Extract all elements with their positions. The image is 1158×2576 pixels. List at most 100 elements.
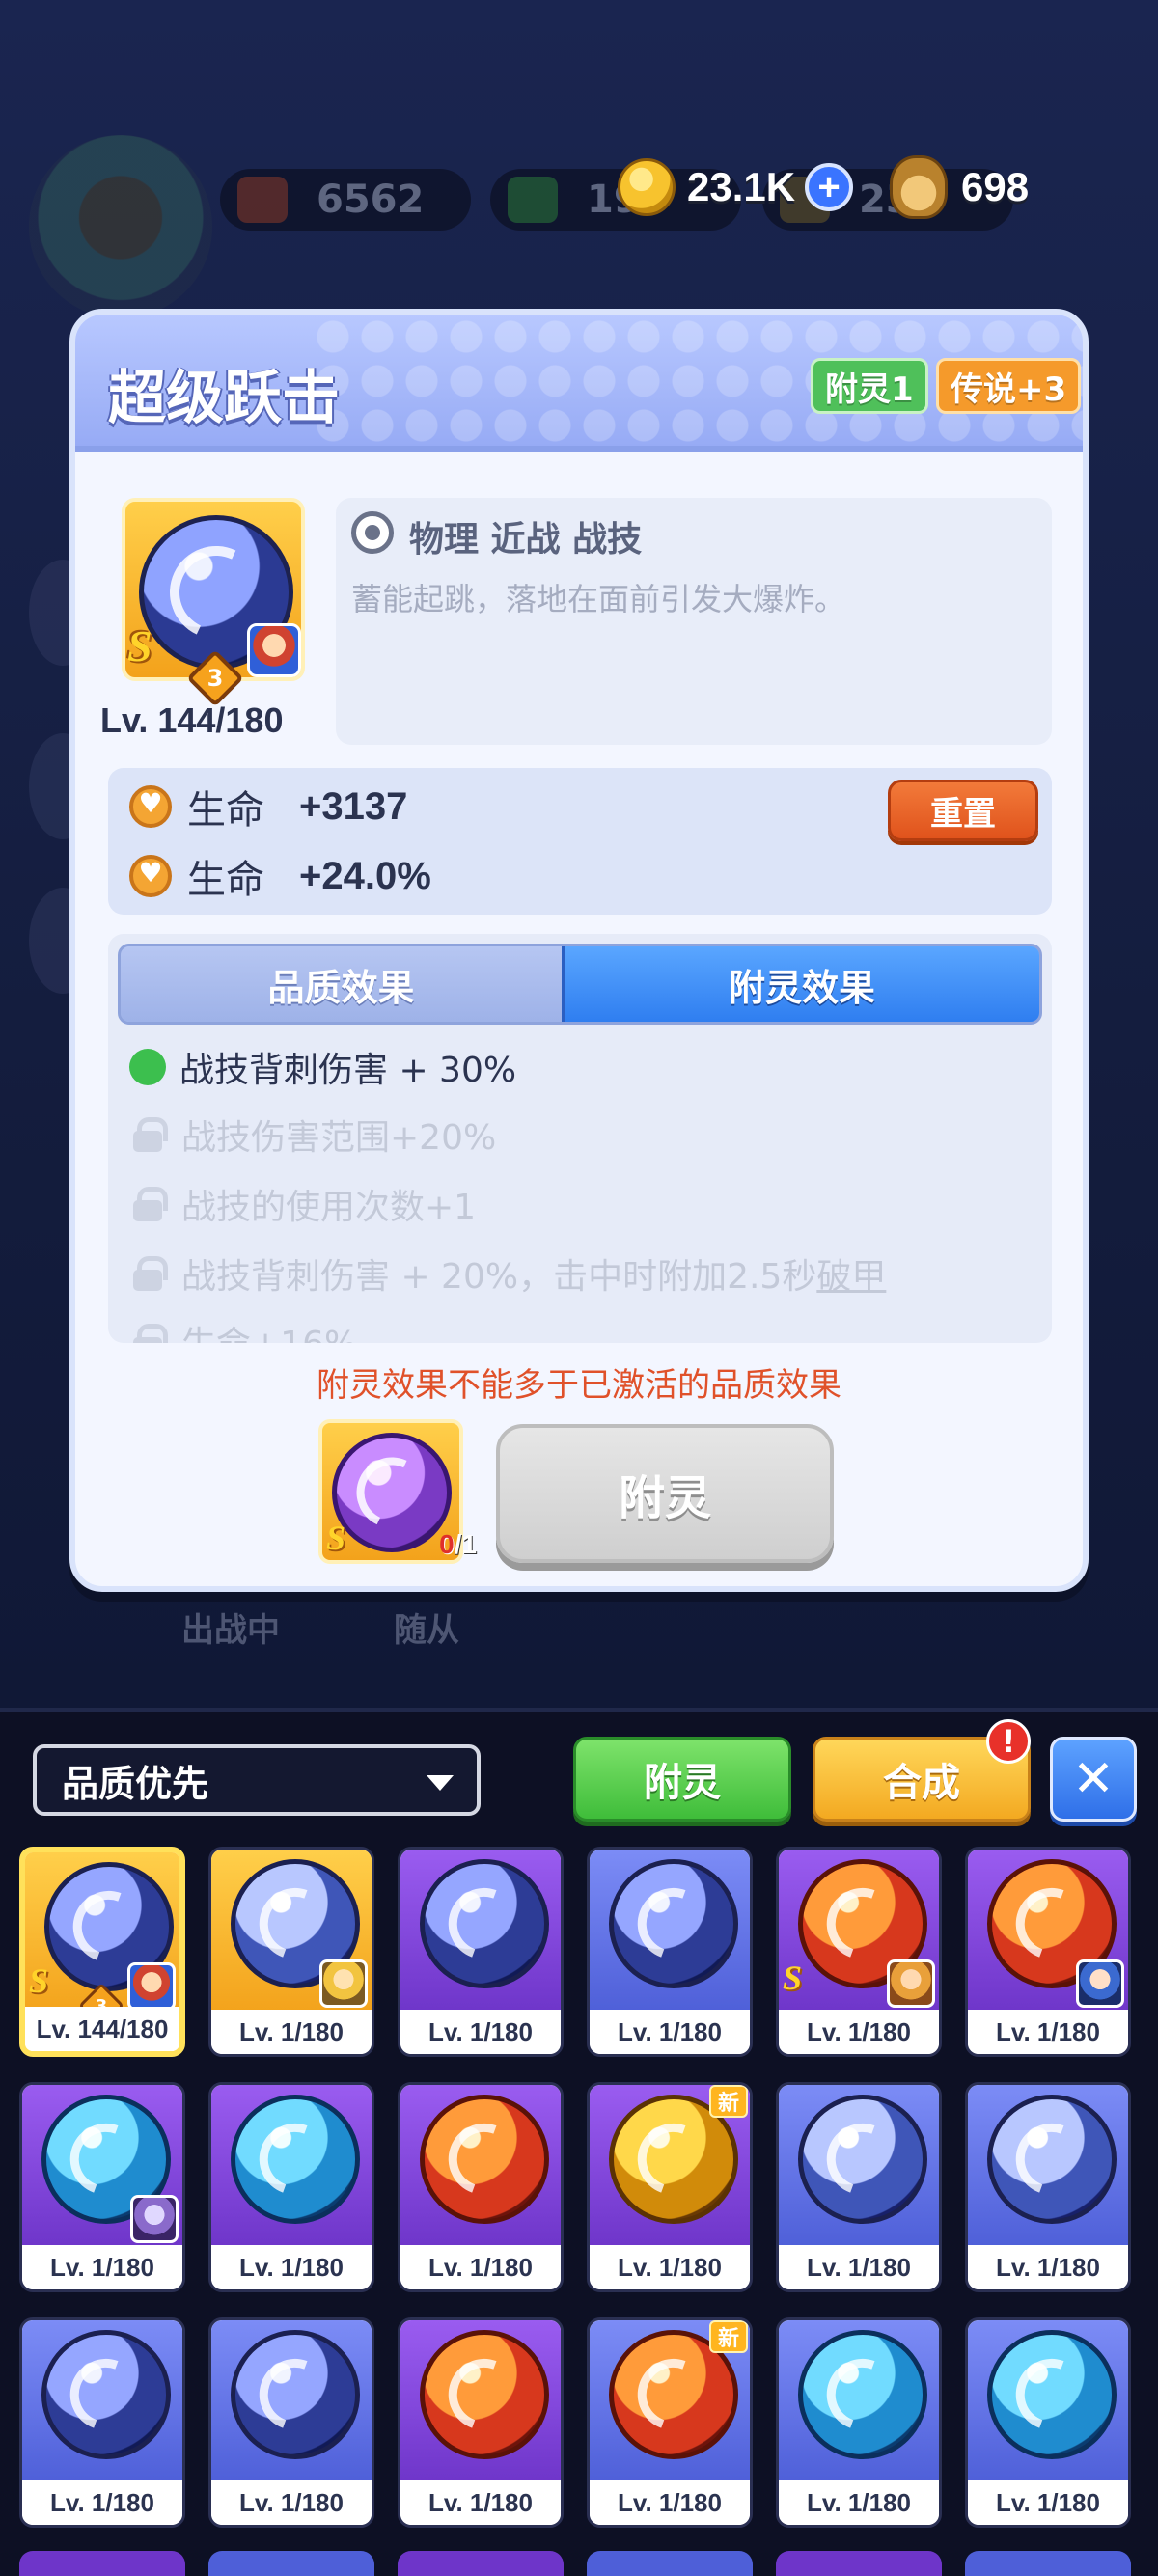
skill-card[interactable]: Lv. 1/180 <box>208 2082 374 2292</box>
lock-icon <box>133 1187 168 1221</box>
health-icon <box>129 785 172 828</box>
rank-s-icon: S <box>29 1961 49 2000</box>
effect-item: 战技的使用次数+1 <box>129 1177 476 1231</box>
alert-icon: ! <box>986 1719 1031 1764</box>
tab-enchant-effects[interactable]: 附灵效果 <box>561 946 1039 1022</box>
new-badge: 新 <box>709 2320 748 2353</box>
rank-s-icon: S <box>326 1519 346 1557</box>
skill-orb-icon <box>420 1859 549 1988</box>
chevron-down-icon <box>427 1775 454 1791</box>
card-level: Lv. 1/180 <box>779 2480 939 2525</box>
cake-icon <box>237 177 288 223</box>
skill-title: 超级跃击 <box>108 365 340 432</box>
skill-card[interactable]: 新 Lv. 1/180 <box>587 2082 753 2292</box>
hero-portrait-icon <box>319 1959 368 2008</box>
skill-tags: 物理 近战 战技 <box>409 520 643 560</box>
new-badge: 新 <box>709 2085 748 2118</box>
effect-item: 战技伤害范围+20% <box>129 1108 496 1162</box>
enchant-warning: 附灵效果不能多于已激活的品质效果 <box>317 1366 841 1405</box>
stat-row: 生命 +24.0% <box>129 847 431 905</box>
card-level: Lv. 1/180 <box>590 2010 750 2054</box>
card-level: Lv. 1/180 <box>779 2010 939 2054</box>
enchant-confirm-button[interactable]: 附灵 <box>496 1424 834 1563</box>
active-dot-icon <box>129 1049 166 1085</box>
material-orb-icon <box>332 1433 452 1552</box>
player-avatar <box>29 135 212 318</box>
reset-button[interactable]: 重置 <box>888 780 1038 841</box>
effect-item: 生命+16% <box>129 1314 357 1343</box>
coin-counter: 23.1K + <box>618 152 854 222</box>
enchant-button[interactable]: 附灵 <box>573 1737 791 1822</box>
skill-card[interactable]: S 3 Lv. 144/180 <box>19 1847 185 2057</box>
skill-card[interactable]: Lv. 1/180 <box>19 2082 185 2292</box>
skill-orb-icon <box>41 2330 171 2459</box>
skill-orb-icon <box>231 2095 360 2224</box>
skill-card[interactable]: Lv. 1/180 <box>398 2317 564 2528</box>
skill-card[interactable]: Lv. 1/180 <box>208 1847 374 2057</box>
enchant-material[interactable]: S 0/1 <box>318 1419 477 1564</box>
effect-item: 战技背刺伤害 + 20%，击中时附加2.5秒 破甲 <box>129 1247 886 1301</box>
skill-card[interactable]: Lv. 1/180 <box>965 2317 1131 2528</box>
skill-orb-icon <box>987 2330 1117 2459</box>
skill-card[interactable]: Lv. 1/180 <box>398 2082 564 2292</box>
skill-card[interactable]: Lv. 1/180 <box>776 2082 942 2292</box>
card-level: Lv. 1/180 <box>590 2245 750 2289</box>
sort-dropdown[interactable]: 品质优先 <box>33 1744 481 1816</box>
tab-quality-effects[interactable]: 品质效果 <box>121 946 562 1022</box>
hero-portrait-icon <box>1076 1959 1124 2008</box>
armor-break-link[interactable]: 破甲 <box>816 1248 886 1299</box>
effects-tabs: 品质效果 附灵效果 <box>118 944 1042 1025</box>
resource-chip-1: 6562 <box>220 169 471 231</box>
health-icon <box>129 855 172 897</box>
effect-item: 战技背刺伤害 + 30% <box>129 1040 516 1094</box>
skill-description-box: 物理 近战 战技 蓄能起跳，落地在面前引发大爆炸。 <box>336 498 1052 745</box>
in-battle-label: 出战中 <box>181 1611 280 1650</box>
legend-rank-tag: 传说+3 <box>936 358 1082 414</box>
card-level: Lv. 1/180 <box>400 2480 561 2525</box>
add-coins-button[interactable]: + <box>805 163 854 211</box>
skill-orb-icon <box>798 2330 927 2459</box>
skill-card[interactable]: Lv. 1/180 <box>587 1847 753 2057</box>
lock-icon <box>133 1117 168 1152</box>
skill-type-icon <box>351 511 394 554</box>
skill-orb-icon <box>420 2095 549 2224</box>
skill-level: Lv. 144/180 <box>100 700 284 740</box>
skill-card[interactable]: Lv. 1/180 <box>398 1847 564 2057</box>
lock-icon <box>133 1324 168 1343</box>
card-level: Lv. 144/180 <box>25 2007 179 2051</box>
card-level: Lv. 1/180 <box>968 2480 1128 2525</box>
skill-description: 蓄能起跳，落地在面前引发大爆炸。 <box>351 581 846 617</box>
skill-orb-icon <box>987 2095 1117 2224</box>
card-level: Lv. 1/180 <box>400 2245 561 2289</box>
skill-card[interactable]: Lv. 1/180 <box>965 2082 1131 2292</box>
skill-card[interactable]: Lv. 1/180 <box>965 1847 1131 2057</box>
material-count: 0/1 <box>439 1529 477 1559</box>
hero-portrait-icon <box>247 623 301 677</box>
skill-orb-icon <box>609 1859 738 1988</box>
rank-s-icon: S <box>783 1959 803 1997</box>
stats-box: 生命 +3137 生命 +24.0% 重置 <box>108 768 1052 915</box>
stat-row: 生命 +3137 <box>129 778 407 836</box>
card-level: Lv. 1/180 <box>211 2245 372 2289</box>
coin-icon <box>618 158 676 216</box>
card-level: Lv. 1/180 <box>22 2480 182 2525</box>
follower-label: 随从 <box>394 1611 459 1650</box>
bag-counter: 698 <box>890 152 1029 222</box>
skill-card[interactable]: 新 Lv. 1/180 <box>587 2317 753 2528</box>
hero-portrait-icon <box>127 1962 176 2011</box>
skill-orb-icon <box>798 2095 927 2224</box>
effects-panel: 品质效果 附灵效果 战技背刺伤害 + 30% 战技伤害范围+20% 战技的使用次… <box>108 934 1052 1343</box>
skill-detail-modal: 超级跃击 附灵1 传说+3 S 3 Lv. 144/180 物理 近战 战技 蓄… <box>69 309 1089 1592</box>
skill-orb-icon <box>231 2330 360 2459</box>
skill-card[interactable]: Lv. 1/180 <box>208 2317 374 2528</box>
skill-icon-frame: S 3 <box>122 498 305 707</box>
close-button[interactable]: ✕ <box>1050 1737 1137 1822</box>
skill-card[interactable]: Lv. 1/180 <box>19 2317 185 2528</box>
skill-card[interactable]: Lv. 1/180 <box>776 2317 942 2528</box>
skill-card[interactable]: S Lv. 1/180 <box>776 1847 942 2057</box>
money-bag-icon <box>890 155 948 219</box>
card-level: Lv. 1/180 <box>590 2480 750 2525</box>
card-level: Lv. 1/180 <box>779 2245 939 2289</box>
card-level: Lv. 1/180 <box>400 2010 561 2054</box>
card-level: Lv. 1/180 <box>211 2480 372 2525</box>
